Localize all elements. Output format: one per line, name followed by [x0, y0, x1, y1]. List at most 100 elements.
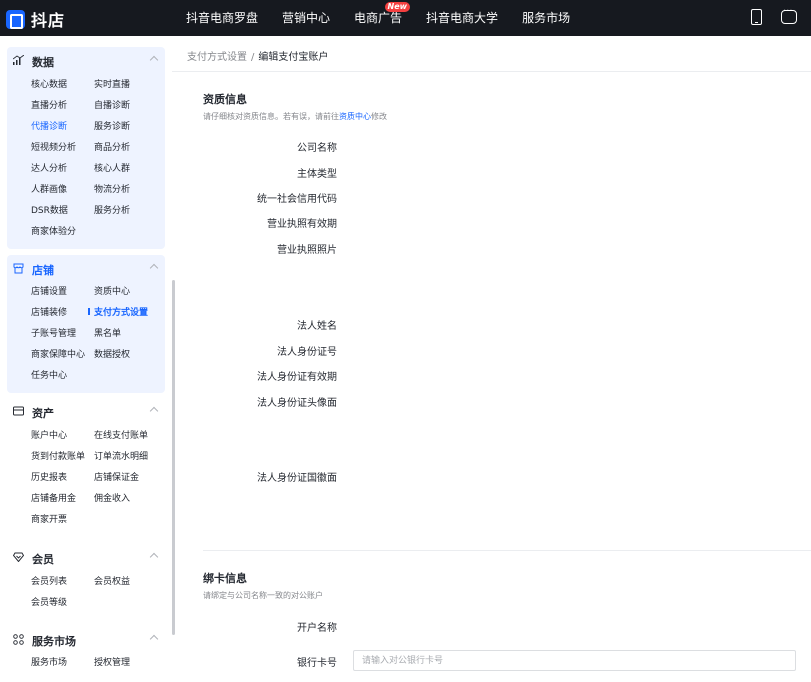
sidebar-item-core-data[interactable]: 核心数据: [31, 77, 67, 90]
bank-card-input[interactable]: [353, 650, 796, 671]
sidebar-item-history-reports[interactable]: 历史报表: [31, 470, 67, 483]
breadcrumb: 支付方式设置 / 编辑支付宝账户: [187, 48, 328, 63]
field-label-legal-id-number: 法人身份证号: [277, 347, 337, 358]
sidebar-item-merchant-experience[interactable]: 商家体验分: [31, 224, 76, 237]
sidebar-group-store-header[interactable]: 店铺: [7, 255, 165, 283]
sidebar-item-self-live-diagnosis[interactable]: 自播诊断: [94, 98, 130, 111]
sidebar-item-core-audience[interactable]: 核心人群: [94, 161, 130, 174]
sidebar-group-data-header[interactable]: 数据: [7, 47, 165, 75]
logo-icon: [6, 9, 25, 29]
sidebar-item-logistics-analysis[interactable]: 物流分析: [94, 182, 130, 195]
sidebar-item-audience-profile[interactable]: 人群画像: [31, 182, 67, 195]
sidebar-item-blacklist[interactable]: 黑名单: [94, 326, 121, 339]
sidebar-scrollbar[interactable]: [172, 280, 175, 635]
top-nav: 抖音电商罗盘 营销中心 电商广告 New 抖音电商大学 服务市场: [186, 0, 594, 36]
sidebar-item-commission-income[interactable]: 佣金收入: [94, 491, 130, 504]
sidebar-item-store-settings[interactable]: 店铺设置: [31, 284, 67, 297]
sidebar-item-order-flow[interactable]: 订单流水明细: [94, 449, 148, 462]
sidebar-item-qualification-center[interactable]: 资质中心: [94, 284, 130, 297]
sidebar-group-assets: 资产 账户中心 在线支付账单 货到付款账单 订单流水明细 历史报表 店铺保证金 …: [7, 398, 165, 528]
sidebar-item-account-center[interactable]: 账户中心: [31, 428, 67, 441]
sidebar-item-influencer-analysis[interactable]: 达人分析: [31, 161, 67, 174]
sidebar-item-dsr-data[interactable]: DSR数据: [31, 203, 68, 216]
chevron-up-icon[interactable]: [149, 55, 159, 65]
field-label-legal-name: 法人姓名: [297, 321, 337, 332]
field-label-license-validity: 营业执照有效期: [267, 219, 337, 230]
section-divider: [203, 550, 811, 551]
sidebar-item-service-analysis[interactable]: 服务分析: [94, 203, 130, 216]
sidebar-group-title: 数据: [32, 56, 54, 69]
sidebar-item-agent-live-diagnosis[interactable]: 代播诊断: [31, 119, 67, 132]
chevron-up-icon[interactable]: [149, 552, 159, 562]
selected-indicator: [88, 308, 90, 315]
sidebar-group-service-market-header[interactable]: 服务市场: [7, 626, 165, 654]
chevron-up-icon[interactable]: [149, 634, 159, 644]
breadcrumb-current: 编辑支付宝账户: [258, 52, 329, 63]
wallet-icon: [13, 406, 24, 417]
topnav-compass[interactable]: 抖音电商罗盘: [186, 0, 258, 36]
qualification-section-subtitle: 请仔细核对资质信息。若有误，请前往资质中心修改: [203, 111, 387, 122]
sidebar-group-title: 会员: [32, 553, 54, 566]
chat-icon[interactable]: [781, 6, 797, 24]
field-label-legal-id-validity: 法人身份证有效期: [257, 372, 337, 383]
field-label-company-name: 公司名称: [297, 143, 337, 154]
sidebar-group-data: 数据 核心数据 实时直播 直播分析 自播诊断 代播诊断 服务诊断 短视频分析 商…: [7, 47, 165, 249]
sidebar-item-member-levels[interactable]: 会员等级: [31, 595, 67, 608]
topnav-ads[interactable]: 电商广告 New: [354, 0, 411, 36]
topnav-university[interactable]: 抖音电商大学: [426, 0, 498, 36]
sidebar-group-store: 店铺 店铺设置 资质中心 店铺装修 支付方式设置 子账号管理 黑名单 商家保障中…: [7, 255, 165, 393]
topnav-service-market[interactable]: 服务市场: [522, 0, 570, 36]
breadcrumb-parent[interactable]: 支付方式设置: [187, 52, 247, 63]
logo-text: 抖店: [31, 11, 66, 30]
sidebar-item-data-authorization[interactable]: 数据授权: [94, 347, 130, 360]
sidebar: 数据 核心数据 实时直播 直播分析 自播诊断 代播诊断 服务诊断 短视频分析 商…: [0, 36, 172, 682]
sidebar-group-title: 服务市场: [32, 635, 76, 648]
logo[interactable]: 抖店: [6, 7, 65, 31]
qualification-subtitle-text: 请仔细核对资质信息。若有误，请前往: [203, 112, 339, 121]
sidebar-item-member-list[interactable]: 会员列表: [31, 574, 67, 587]
sidebar-item-sub-accounts[interactable]: 子账号管理: [31, 326, 76, 339]
qualification-subtitle-suffix: 修改: [371, 112, 387, 121]
sidebar-item-service-diagnosis[interactable]: 服务诊断: [94, 119, 130, 132]
sidebar-group-member-header[interactable]: 会员: [7, 544, 165, 572]
sidebar-group-service-market: 服务市场 服务市场 授权管理: [7, 626, 165, 682]
phone-icon[interactable]: [751, 9, 762, 25]
qualification-center-link[interactable]: 资质中心: [339, 112, 371, 121]
sidebar-item-member-benefits[interactable]: 会员权益: [94, 574, 130, 587]
sidebar-item-service-market[interactable]: 服务市场: [31, 655, 67, 668]
bank-section-subtitle: 请绑定与公司名称一致的对公账户: [203, 591, 323, 600]
sidebar-item-task-center[interactable]: 任务中心: [31, 368, 67, 381]
sidebar-group-title: 店铺: [32, 264, 54, 277]
chevron-up-icon[interactable]: [149, 406, 159, 416]
chevron-up-icon[interactable]: [149, 263, 159, 273]
bank-section-title: 绑卡信息: [203, 572, 247, 585]
sidebar-group-title: 资产: [32, 407, 54, 420]
topnav-marketing[interactable]: 营销中心: [282, 0, 330, 36]
qualification-section-title: 资质信息: [203, 93, 247, 106]
sidebar-item-store-decoration[interactable]: 店铺装修: [31, 305, 67, 318]
top-navigation-bar: 抖店 抖音电商罗盘 营销中心 电商广告 New 抖音电商大学 服务市场: [0, 0, 811, 36]
sidebar-item-store-reserve[interactable]: 店铺备用金: [31, 491, 76, 504]
sidebar-item-short-video[interactable]: 短视频分析: [31, 140, 76, 153]
sidebar-item-live-analysis[interactable]: 直播分析: [31, 98, 67, 111]
sidebar-item-product-analysis[interactable]: 商品分析: [94, 140, 130, 153]
field-label-entity-type: 主体类型: [297, 169, 337, 180]
sidebar-group-member: 会员 会员列表 会员权益 会员等级: [7, 544, 165, 610]
breadcrumb-separator: /: [251, 52, 255, 63]
sidebar-item-payment-settings[interactable]: 支付方式设置: [94, 305, 148, 318]
sidebar-item-merchant-protection[interactable]: 商家保障中心: [31, 347, 85, 360]
sidebar-group-assets-header[interactable]: 资产: [7, 398, 165, 426]
header-divider: [172, 71, 811, 72]
apps-icon: [13, 634, 24, 645]
sidebar-item-realtime-live[interactable]: 实时直播: [94, 77, 130, 90]
store-icon: [13, 263, 24, 274]
field-label-legal-id-front: 法人身份证头像面: [257, 398, 337, 409]
field-label-card-number: 银行卡号: [297, 658, 337, 669]
sidebar-item-merchant-invoice[interactable]: 商家开票: [31, 512, 67, 525]
sidebar-item-cod-bills[interactable]: 货到付款账单: [31, 449, 85, 462]
sidebar-item-online-payment-bills[interactable]: 在线支付账单: [94, 428, 148, 441]
topnav-ads-label: 电商广告: [354, 11, 403, 25]
sidebar-item-store-deposit[interactable]: 店铺保证金: [94, 470, 139, 483]
sidebar-item-authorization-management[interactable]: 授权管理: [94, 655, 130, 668]
field-label-account-name: 开户名称: [297, 623, 337, 634]
